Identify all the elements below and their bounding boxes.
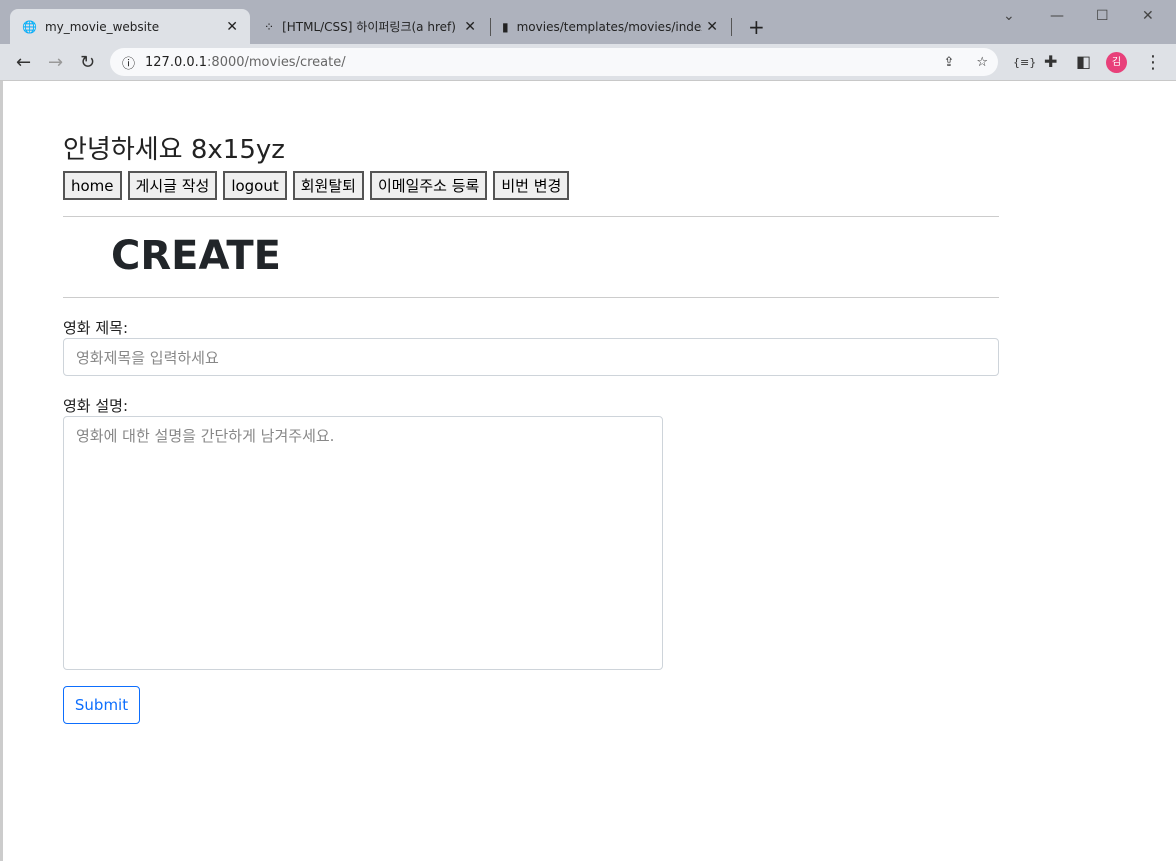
reload-icon[interactable]: ↻ xyxy=(80,52,95,73)
close-tab-icon[interactable]: ✕ xyxy=(706,19,718,35)
tab-title: movies/templates/movies/index xyxy=(516,19,702,34)
minimize-button[interactable]: — xyxy=(1050,8,1064,24)
extension-icon[interactable]: {≡} xyxy=(1013,56,1036,69)
tistory-icon: ⁘ xyxy=(264,19,275,34)
home-button[interactable]: home xyxy=(63,171,122,200)
share-icon[interactable]: ⇪ xyxy=(943,55,954,70)
register-email-button[interactable]: 이메일주소 등록 xyxy=(369,171,488,200)
tab-bar: 🌐 my_movie_website ✕ ⁘ [HTML/CSS] 하이퍼링크(a h… xyxy=(0,0,1176,44)
description-label: 영화 설명: xyxy=(63,397,129,415)
address-bar[interactable]: ⓘ 127.0.0.1:8000/movies/create/ ⇪ ☆ xyxy=(110,48,998,76)
url-host: 127.0.0.1 xyxy=(145,54,208,70)
divider xyxy=(63,216,999,217)
close-window-button[interactable]: ✕ xyxy=(1142,8,1154,24)
avatar[interactable]: 김 xyxy=(1106,52,1127,73)
close-tab-icon[interactable]: ✕ xyxy=(464,19,476,35)
change-password-button[interactable]: 비번 변경 xyxy=(493,171,570,200)
title-input[interactable]: 영화제목을 입력하세요 xyxy=(63,338,999,376)
info-icon: ⓘ xyxy=(122,56,136,72)
close-tab-icon[interactable]: ✕ xyxy=(226,19,238,35)
menu-icon[interactable]: ⋮ xyxy=(1144,52,1162,73)
puzzle-icon[interactable]: ✚ xyxy=(1044,52,1057,71)
write-post-button[interactable]: 게시글 작성 xyxy=(127,171,218,200)
divider xyxy=(63,297,999,298)
chevron-down-icon[interactable]: ⌄ xyxy=(1003,8,1015,24)
tab-title: [HTML/CSS] 하이퍼링크(a href) xyxy=(282,20,456,34)
forward-icon[interactable]: → xyxy=(48,52,63,73)
logout-button[interactable]: logout xyxy=(223,171,287,200)
tab-separator xyxy=(731,18,732,36)
tab-my-movie-website[interactable]: 🌐 my_movie_website ✕ xyxy=(10,9,250,44)
submit-button[interactable]: Submit xyxy=(63,686,140,724)
side-panel-icon[interactable]: ◧ xyxy=(1076,52,1091,71)
file-icon: ▮ xyxy=(502,19,509,34)
browser-toolbar: ← → ↻ ⓘ 127.0.0.1:8000/movies/create/ ⇪ … xyxy=(0,44,1176,81)
globe-icon: 🌐 xyxy=(22,19,37,34)
page-content: 안녕하세요 8x15yz home 게시글 작성 logout 회원탈퇴 이메일… xyxy=(0,81,1176,861)
page-heading: CREATE xyxy=(111,233,281,279)
tab-github[interactable]: ▮ movies/templates/movies/index ✕ xyxy=(490,9,730,44)
tab-title: my_movie_website xyxy=(44,19,160,34)
title-label: 영화 제목: xyxy=(63,319,129,337)
url-path: :8000/movies/create/ xyxy=(207,54,346,70)
new-tab-button[interactable]: + xyxy=(736,9,777,44)
description-textarea[interactable]: 영화에 대한 설명을 간단하게 남겨주세요. xyxy=(63,416,663,670)
maximize-button[interactable]: ☐ xyxy=(1096,8,1109,24)
greeting: 안녕하세요 8x15yz xyxy=(63,135,285,165)
withdraw-button[interactable]: 회원탈퇴 xyxy=(292,171,364,200)
nav-buttons: home 게시글 작성 logout 회원탈퇴 이메일주소 등록 비번 변경 xyxy=(63,171,570,200)
back-icon[interactable]: ← xyxy=(16,52,31,73)
star-icon[interactable]: ☆ xyxy=(976,55,988,70)
tab-html-css[interactable]: ⁘ [HTML/CSS] 하이퍼링크(a href) ✕ xyxy=(252,9,488,44)
